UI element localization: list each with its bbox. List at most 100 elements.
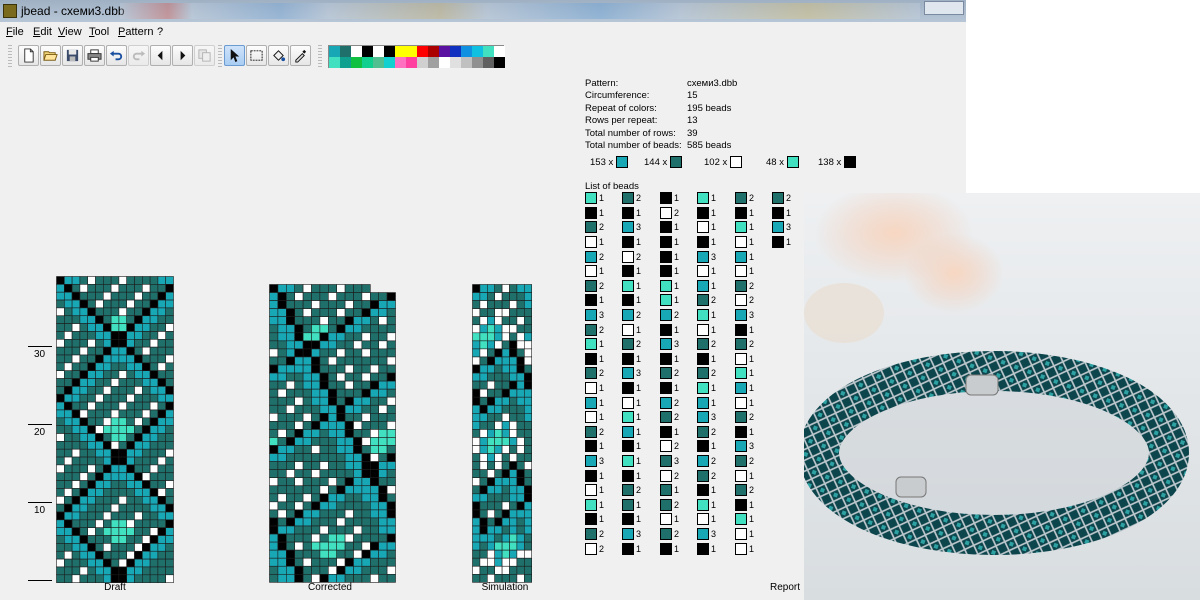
bead-cell[interactable] <box>479 413 488 422</box>
bead-cell[interactable] <box>157 401 167 411</box>
bead-cell[interactable] <box>472 557 481 567</box>
bead-cell[interactable] <box>386 477 396 487</box>
bead-cell[interactable] <box>311 300 321 309</box>
bead-cell[interactable] <box>95 331 104 340</box>
bead-cell[interactable] <box>311 308 321 317</box>
bead-cell[interactable] <box>311 380 321 390</box>
bead-cell[interactable] <box>157 496 167 505</box>
bead-cell[interactable] <box>327 549 337 559</box>
bead-cell[interactable] <box>126 378 135 387</box>
bead-cell[interactable] <box>336 469 346 478</box>
bead-cell[interactable] <box>134 386 143 395</box>
bead-cell[interactable] <box>110 401 120 411</box>
bead-cell[interactable] <box>487 404 496 414</box>
bead-cell[interactable] <box>311 565 321 575</box>
bead-cell[interactable] <box>102 323 112 332</box>
bead-cell[interactable] <box>142 315 151 324</box>
bead-cell[interactable] <box>327 533 337 543</box>
bead-cell[interactable] <box>285 485 295 495</box>
bead-cell[interactable] <box>294 493 304 503</box>
palette-swatch[interactable] <box>472 46 483 57</box>
bead-cell[interactable] <box>311 557 321 567</box>
bead-cell[interactable] <box>501 292 510 301</box>
bead-cell[interactable] <box>126 519 135 529</box>
bead-cell[interactable] <box>472 356 481 366</box>
bead-cell[interactable] <box>126 409 135 419</box>
bead-cell[interactable] <box>157 433 167 442</box>
bead-cell[interactable] <box>501 445 510 454</box>
bead-cell[interactable] <box>142 417 151 426</box>
bead-cell[interactable] <box>134 519 143 529</box>
bead-cell[interactable] <box>509 284 518 293</box>
bead-cell[interactable] <box>95 417 104 426</box>
bead-cell[interactable] <box>344 485 354 495</box>
bead-cell[interactable] <box>370 573 380 583</box>
bead-cell[interactable] <box>509 541 518 551</box>
bead-cell[interactable] <box>64 386 73 395</box>
bead-cell[interactable] <box>370 541 380 551</box>
bead-cell[interactable] <box>165 354 174 364</box>
bead-cell[interactable] <box>102 284 112 293</box>
bead-cell[interactable] <box>118 503 128 513</box>
bead-cell[interactable] <box>472 549 481 559</box>
bead-cell[interactable] <box>353 316 363 326</box>
bead-cell[interactable] <box>118 401 128 411</box>
bead-cell[interactable] <box>516 533 525 543</box>
bead-cell[interactable] <box>353 421 363 430</box>
bead-cell[interactable] <box>165 488 174 497</box>
bead-cell[interactable] <box>87 496 96 505</box>
bead-cell[interactable] <box>118 448 128 458</box>
bead-cell[interactable] <box>165 417 174 426</box>
palette-swatch[interactable] <box>329 46 340 57</box>
bead-cell[interactable] <box>336 429 346 438</box>
bead-cell[interactable] <box>87 433 96 442</box>
bead-cell[interactable] <box>509 292 518 301</box>
bead-cell[interactable] <box>56 519 65 529</box>
bead-cell[interactable] <box>110 417 120 426</box>
bead-cell[interactable] <box>285 340 295 350</box>
bead-cell[interactable] <box>472 300 481 309</box>
bead-cell[interactable] <box>378 469 388 478</box>
bead-cell[interactable] <box>56 362 65 371</box>
bead-cell[interactable] <box>319 332 329 342</box>
bead-cell[interactable] <box>56 456 65 466</box>
bead-cell[interactable] <box>370 388 380 398</box>
bead-cell[interactable] <box>361 501 371 511</box>
bead-cell[interactable] <box>516 509 525 519</box>
bead-cell[interactable] <box>302 421 312 430</box>
bead-cell[interactable] <box>336 284 346 293</box>
bead-cell[interactable] <box>157 393 167 403</box>
bead-cell[interactable] <box>370 485 380 495</box>
bead-cell[interactable] <box>157 488 167 497</box>
bead-cell[interactable] <box>494 372 503 382</box>
bead-cell[interactable] <box>79 488 88 497</box>
bead-cell[interactable] <box>277 565 287 575</box>
bead-cell[interactable] <box>353 469 363 478</box>
bead-cell[interactable] <box>319 477 329 487</box>
bead-cell[interactable] <box>269 485 279 495</box>
bead-cell[interactable] <box>370 557 380 567</box>
bead-cell[interactable] <box>494 485 503 495</box>
bead-cell[interactable] <box>56 433 65 442</box>
bead-cell[interactable] <box>277 332 287 342</box>
bead-cell[interactable] <box>516 485 525 495</box>
draft-grid[interactable] <box>56 276 174 583</box>
bead-cell[interactable] <box>479 565 488 575</box>
window-controls[interactable] <box>924 1 964 15</box>
bead-cell[interactable] <box>269 453 279 462</box>
bead-cell[interactable] <box>269 364 279 374</box>
bead-cell[interactable] <box>336 404 346 414</box>
bead-cell[interactable] <box>523 549 532 559</box>
bead-cell[interactable] <box>361 348 371 358</box>
bead-cell[interactable] <box>56 574 65 583</box>
bead-cell[interactable] <box>165 527 174 536</box>
bead-cell[interactable] <box>149 393 159 403</box>
bead-cell[interactable] <box>79 527 88 536</box>
bead-cell[interactable] <box>56 448 65 458</box>
bead-cell[interactable] <box>319 413 329 422</box>
bead-cell[interactable] <box>95 433 104 442</box>
scroll-right-button[interactable] <box>172 45 193 66</box>
bead-cell[interactable] <box>126 464 135 474</box>
bead-cell[interactable] <box>95 291 104 301</box>
bead-cell[interactable] <box>56 480 65 489</box>
